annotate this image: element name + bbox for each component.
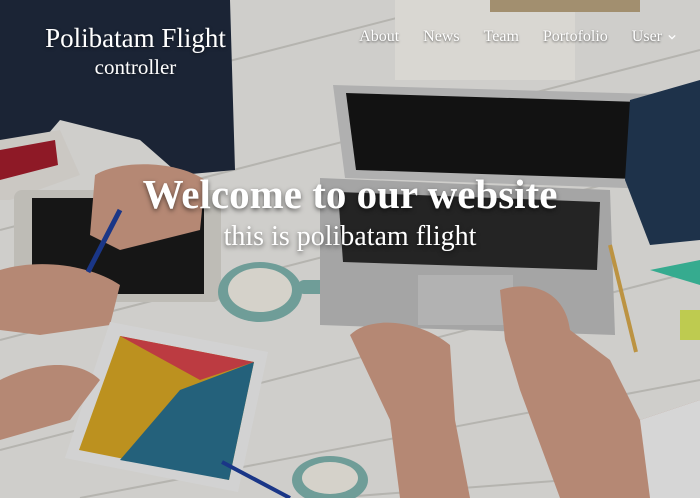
nav-user-dropdown[interactable]: User (620, 26, 688, 48)
main-nav: About News Team Portofolio User (347, 26, 688, 48)
nav-about-link[interactable]: About (347, 26, 411, 48)
hero-text: Welcome to our website this is polibatam… (0, 170, 700, 254)
brand-title: Polibatam Flight (45, 23, 226, 53)
chevron-down-icon (668, 34, 676, 40)
nav-team-link[interactable]: Team (472, 26, 531, 48)
brand-subtitle: controller (94, 55, 177, 79)
nav-user-label: User (631, 28, 662, 45)
nav-news-link[interactable]: News (411, 26, 471, 48)
brand-logo[interactable]: Polibatam Flight controller (38, 22, 233, 80)
hero-title: Welcome to our website (142, 171, 558, 217)
hero-section: Polibatam Flight controller About News T… (0, 0, 700, 498)
nav-portfolio-link[interactable]: Portofolio (531, 26, 620, 48)
hero-subtitle: this is polibatam flight (223, 221, 477, 252)
